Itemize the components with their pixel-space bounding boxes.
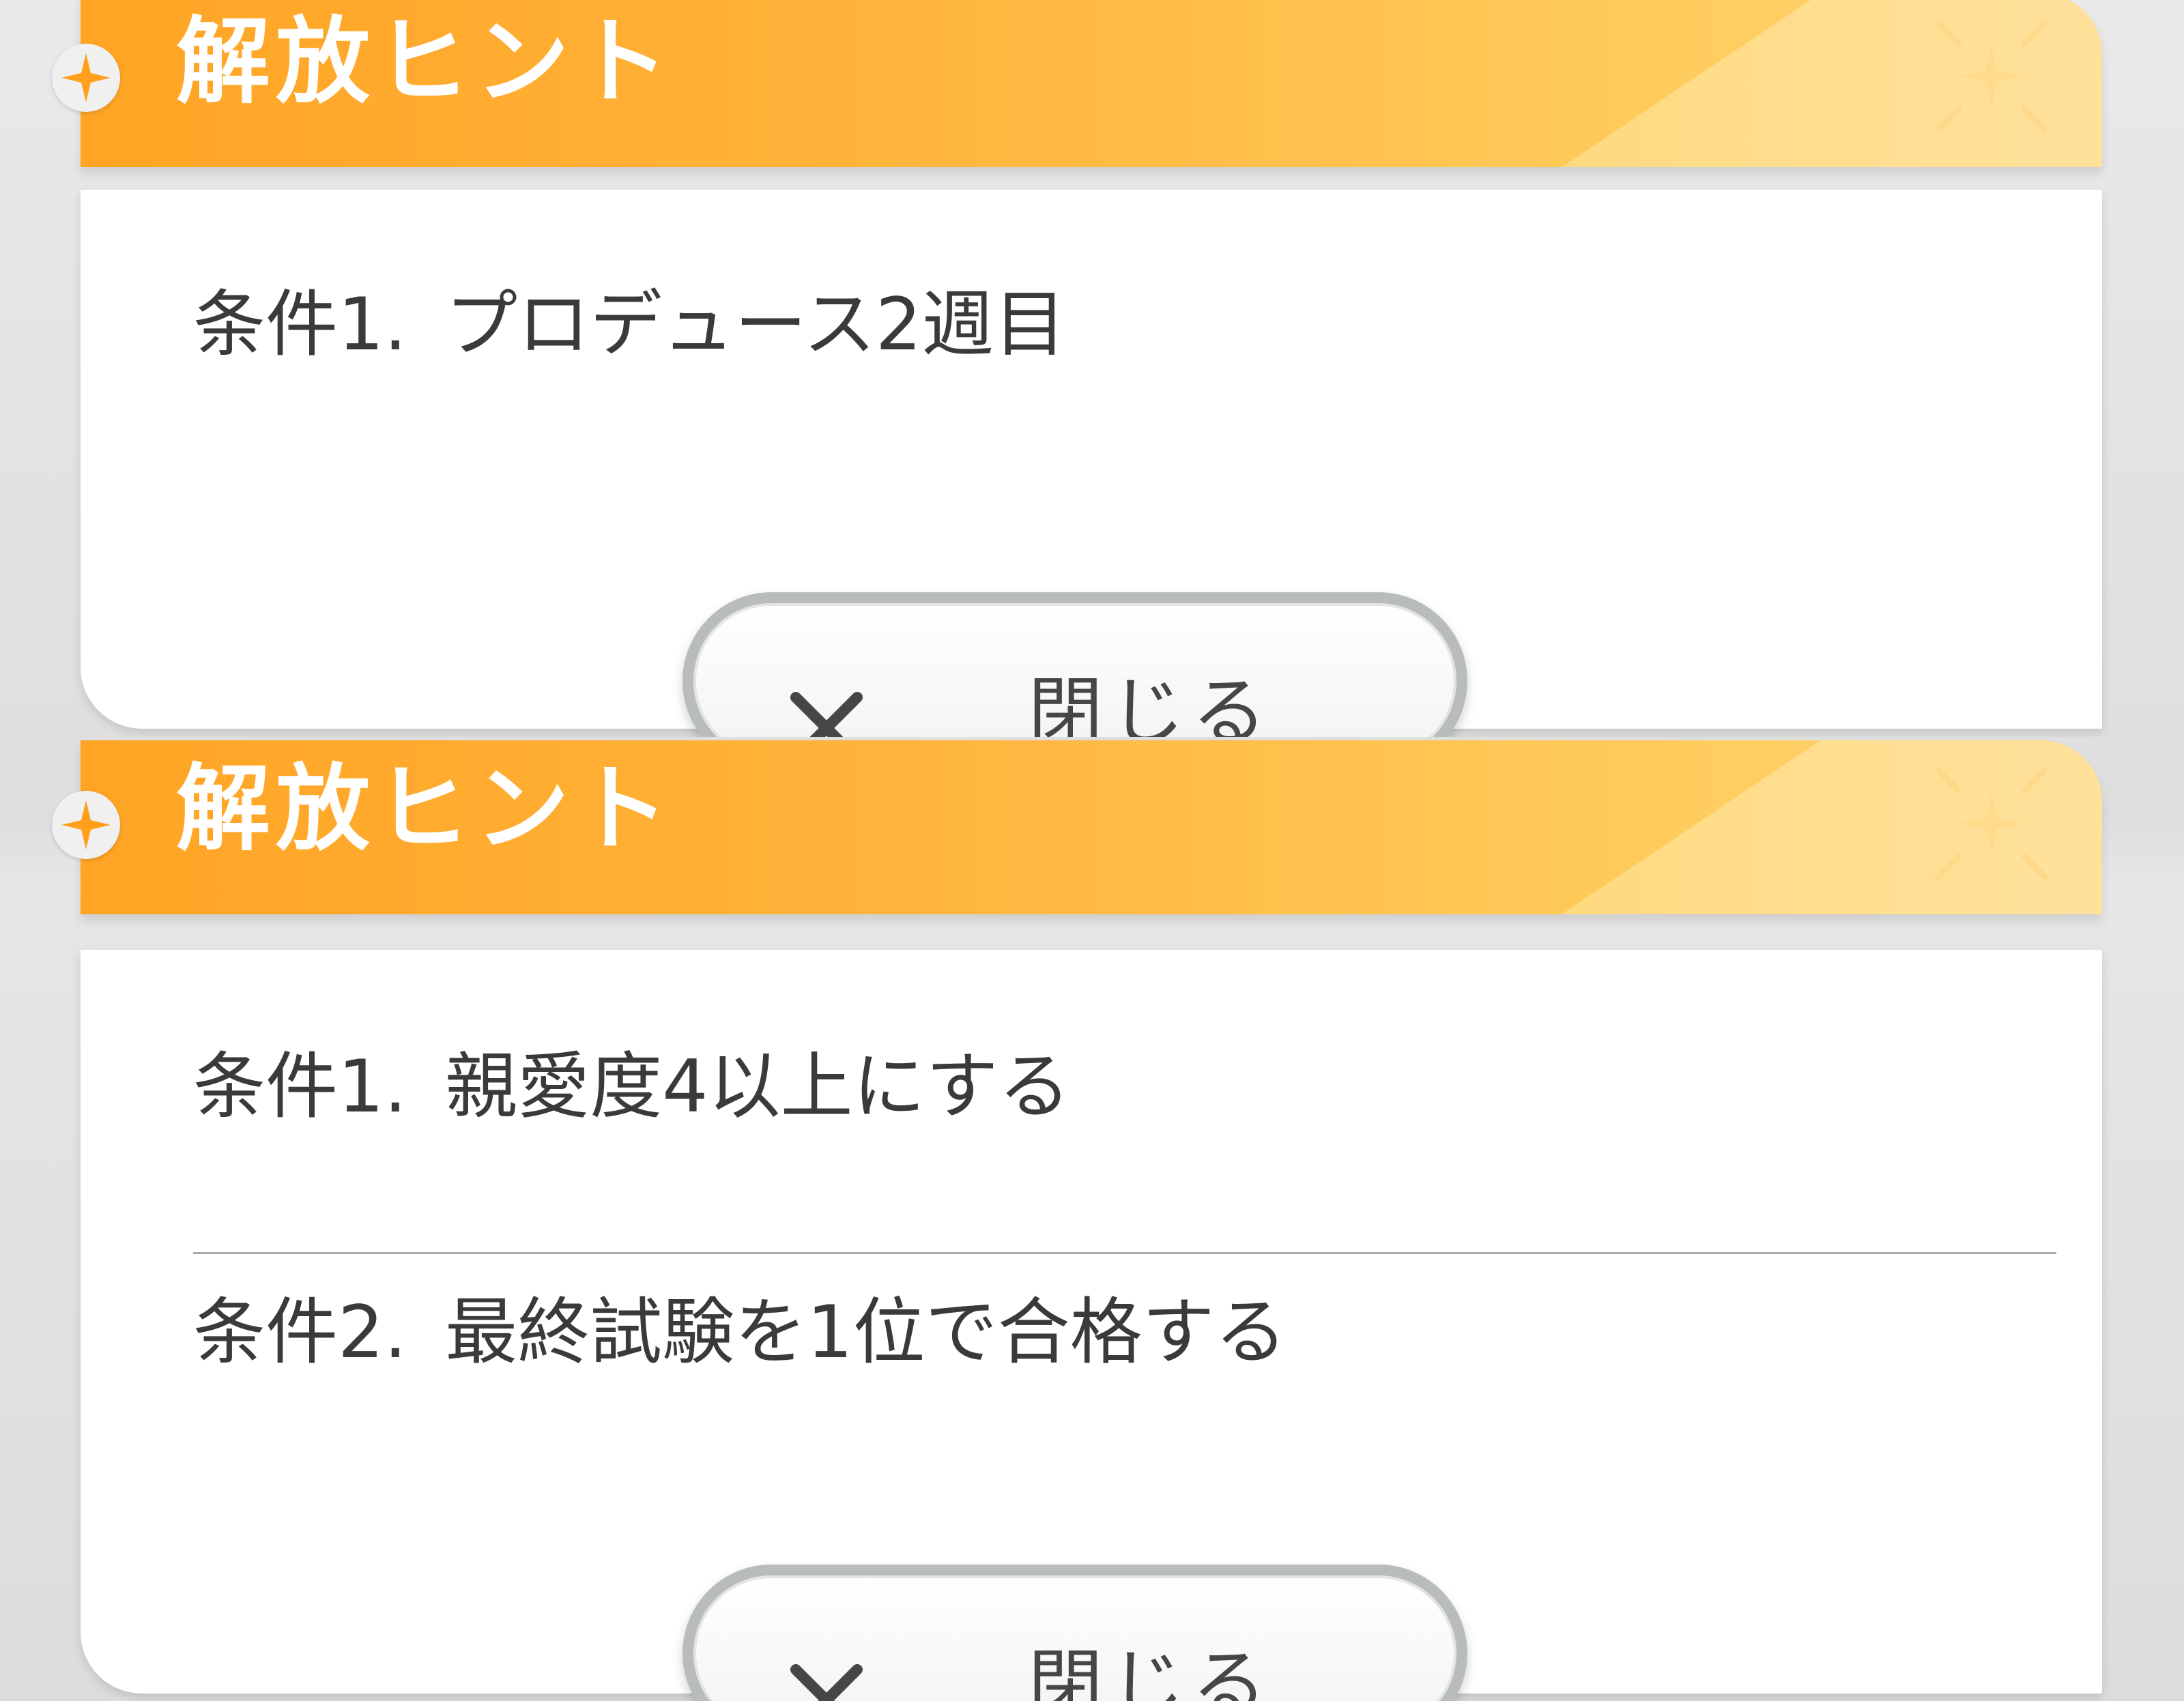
condition-label: 条件2. bbox=[193, 1290, 407, 1374]
dialog-header: 解放ヒント bbox=[81, 0, 2102, 167]
close-button-label: 閉じる bbox=[1028, 1641, 1274, 1701]
unlock-hint-dialog: 解放ヒント 条件1. プロデュース2週目 閉じる bbox=[0, 0, 2184, 737]
dialog-title: 解放ヒント bbox=[176, 7, 675, 117]
condition-label: 条件1. bbox=[193, 282, 407, 366]
sparkle-burst-icon bbox=[1935, 20, 2048, 133]
sparkle-burst-icon bbox=[1935, 767, 2048, 880]
condition-row: 条件2. 最終試験を1位で合格する bbox=[193, 1296, 1287, 1369]
close-button[interactable]: 閉じる bbox=[682, 1565, 1467, 1701]
condition-row: 条件1. プロデュース2週目 bbox=[193, 289, 1066, 361]
close-button[interactable]: 閉じる bbox=[682, 592, 1467, 737]
dialog-header: 解放ヒント bbox=[81, 740, 2102, 914]
condition-text: プロデュース2週目 bbox=[445, 282, 1067, 366]
sparkle-icon bbox=[52, 44, 120, 112]
dialog-title: 解放ヒント bbox=[176, 754, 675, 864]
sparkle-icon bbox=[52, 791, 120, 859]
close-x-icon bbox=[790, 1664, 863, 1701]
condition-row: 条件1. 親愛度4以上にする bbox=[193, 1051, 1071, 1123]
unlock-hint-dialog: 解放ヒント 条件1. 親愛度4以上にする 条件2. 最終試験を1位で合格する 閉じる bbox=[0, 737, 2184, 1701]
close-x-icon bbox=[790, 692, 863, 737]
close-button-label: 閉じる bbox=[1028, 669, 1274, 737]
condition-label: 条件1. bbox=[193, 1045, 407, 1129]
condition-text: 親愛度4以上にする bbox=[445, 1045, 1071, 1129]
condition-divider bbox=[193, 1252, 2056, 1254]
condition-text: 最終試験を1位で合格する bbox=[445, 1290, 1287, 1374]
